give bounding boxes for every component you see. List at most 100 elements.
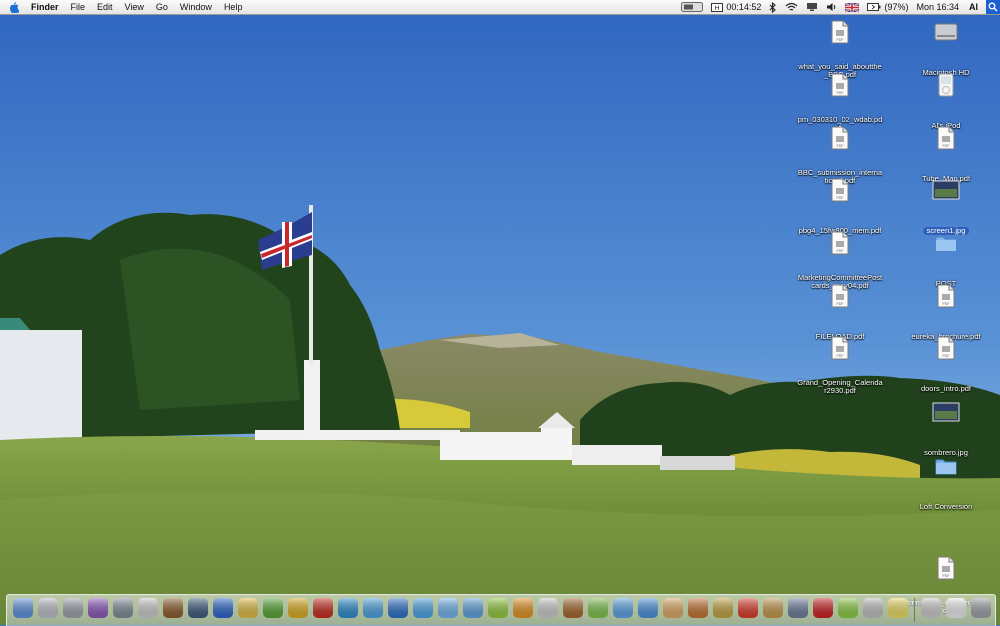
desktop-icon[interactable]: PDF pbg4_15fw800_mem.pdf [795, 178, 885, 238]
svg-text:PDF: PDF [837, 249, 844, 253]
book-app-icon[interactable] [462, 597, 484, 619]
desktop-icon[interactable]: Loft Conversion [901, 454, 991, 514]
desktop-icon[interactable]: PDF doors_intro.pdf [901, 336, 991, 396]
guitar-icon[interactable] [687, 597, 709, 619]
svg-text:PDF: PDF [837, 302, 844, 306]
desktop-icon-label: Grand_Opening_Calendar2930.pdf [797, 378, 883, 395]
home-folder-icon[interactable] [945, 597, 967, 619]
trash-icon[interactable] [970, 597, 992, 619]
desktop-icon[interactable]: PDF Tube_Map.pdf [901, 126, 991, 186]
timer-icon: H [711, 2, 724, 12]
svg-text:PDF: PDF [943, 144, 950, 148]
menu-go[interactable]: Go [150, 0, 174, 14]
internet-explorer-icon[interactable] [387, 597, 409, 619]
menu-help[interactable]: Help [218, 0, 249, 14]
svg-text:H: H [715, 6, 719, 12]
fireworks-icon[interactable] [287, 597, 309, 619]
svg-text:PDF: PDF [837, 91, 844, 95]
utility-icon[interactable] [137, 597, 159, 619]
battery-status[interactable]: (97%) [863, 0, 912, 14]
acrobat-icon[interactable] [812, 597, 834, 619]
finder-icon[interactable] [12, 597, 34, 619]
desktop-icon[interactable]: screen1.jpg [901, 178, 991, 238]
slate-app-icon[interactable] [237, 597, 259, 619]
image-file-icon [901, 178, 991, 202]
stickies-icon[interactable] [887, 597, 909, 619]
bluetooth-icon[interactable] [765, 1, 781, 13]
pdf-document-icon: PDF [795, 336, 885, 360]
desktop-icon[interactable]: PDFFILELOAD.pdf [795, 284, 885, 344]
folder-icon [901, 454, 991, 478]
pdf-document-icon: PDF [901, 336, 991, 360]
dreamweaver-icon[interactable] [262, 597, 284, 619]
desktop-icon[interactable]: PDFeureka_brochure.pdf [901, 284, 991, 344]
menu-view[interactable]: View [119, 0, 150, 14]
ical-icon[interactable] [737, 597, 759, 619]
calculator-icon[interactable] [62, 597, 84, 619]
newspaper-app-icon[interactable] [537, 597, 559, 619]
wifi-icon[interactable] [781, 2, 802, 12]
svg-text:PDF: PDF [943, 354, 950, 358]
freehand-icon[interactable] [337, 597, 359, 619]
messenger-icon[interactable] [412, 597, 434, 619]
puzzle-app-icon[interactable] [487, 597, 509, 619]
guitar-app-icon[interactable] [162, 597, 184, 619]
input-menu-flag-icon[interactable] [841, 2, 863, 12]
spotlight-icon[interactable] [986, 0, 1000, 14]
pdf-document-icon: PDF [901, 556, 991, 580]
flash-icon[interactable] [312, 597, 334, 619]
volume-icon[interactable] [822, 2, 841, 12]
chat-bubble-icon[interactable] [637, 597, 659, 619]
desktop-icon[interactable]: Al's iPod [901, 73, 991, 133]
desktop-icon-label: doors_intro.pdf [920, 384, 972, 393]
svg-text:PDF: PDF [837, 196, 844, 200]
system-preferences-icon[interactable] [37, 597, 59, 619]
screen-monitor-icon[interactable] [677, 2, 707, 12]
svg-text:PDF: PDF [943, 302, 950, 306]
desktop-icon[interactable]: sombrero.jpg [901, 400, 991, 460]
feather-app-icon[interactable] [862, 597, 884, 619]
hard-drive-icon [901, 20, 991, 44]
pdf-document-icon: PDF [795, 178, 885, 202]
photo-app-icon[interactable] [187, 597, 209, 619]
sync-icon[interactable] [112, 597, 134, 619]
menu-window[interactable]: Window [174, 0, 218, 14]
cocktail-app-icon[interactable] [562, 597, 584, 619]
pdf-document-icon: PDF [901, 284, 991, 308]
svg-text:PDF: PDF [837, 38, 844, 42]
pen-app-icon[interactable] [512, 597, 534, 619]
display-mirror-icon[interactable] [802, 2, 822, 12]
itunes-icon[interactable] [587, 597, 609, 619]
green-app-icon[interactable] [837, 597, 859, 619]
pdf-document-icon: PDF [795, 284, 885, 308]
svg-text:PDF: PDF [837, 354, 844, 358]
menu-user[interactable]: Al [963, 2, 986, 12]
notebook-app-icon[interactable] [762, 597, 784, 619]
timer-text: 00:14:52 [726, 2, 762, 12]
circle-app-icon[interactable] [612, 597, 634, 619]
pdf-document-icon: PDF [901, 126, 991, 150]
dock-separator [914, 598, 915, 622]
safari-icon[interactable] [362, 597, 384, 619]
umbrella-icon[interactable] [87, 597, 109, 619]
pdf-document-icon: PDF [795, 126, 885, 150]
battery-percent: (97%) [884, 2, 909, 12]
iphoto-icon[interactable] [662, 597, 684, 619]
ichat-icon[interactable] [437, 597, 459, 619]
desktop-icon[interactable]: Macintosh HD [901, 20, 991, 80]
download-stack-icon[interactable] [920, 597, 942, 619]
menu-clock[interactable]: Mon 16:34 [912, 0, 963, 14]
ipod-icon [901, 73, 991, 97]
timer-status[interactable]: H 00:14:52 [707, 0, 765, 14]
network-app-icon[interactable] [787, 597, 809, 619]
desktop-icon[interactable]: PDF Grand_Opening_Calendar2930.pdf [795, 336, 885, 398]
spiral-app-icon[interactable] [712, 597, 734, 619]
menu-file[interactable]: File [65, 0, 92, 14]
svg-text:PDF: PDF [837, 144, 844, 148]
menu-finder[interactable]: Finder [28, 0, 65, 14]
desktop-icon[interactable]: POST [901, 231, 991, 291]
film-app-icon[interactable] [212, 597, 234, 619]
apple-menu-icon[interactable] [0, 1, 28, 13]
menu-edit[interactable]: Edit [91, 0, 119, 14]
battery-icon [867, 3, 881, 11]
